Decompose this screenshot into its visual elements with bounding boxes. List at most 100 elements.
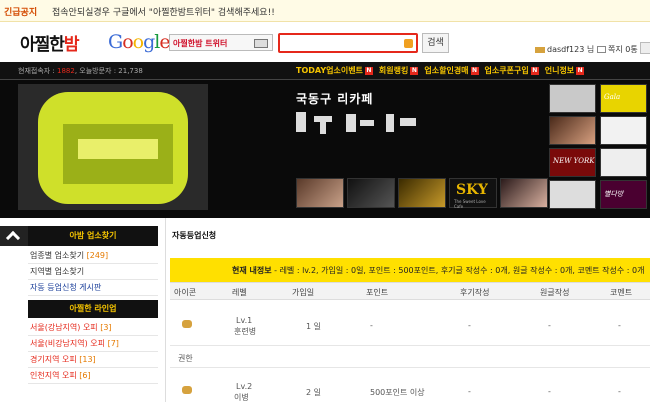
sidebar-item[interactable]: 업종별 업소찾기 [249]	[28, 248, 158, 264]
message-count: 쪽지 0통	[608, 45, 638, 54]
google-letter: g	[143, 31, 155, 53]
sidebar-item[interactable]: 경기지역 오피 [13]	[28, 352, 158, 368]
cell-review: -	[468, 387, 471, 396]
banner-area: 국동구 리카페 SKY The Sweet Love Cafe Gala NEW…	[0, 80, 650, 218]
new-badge: N	[410, 67, 419, 75]
sidebar-item[interactable]: 자동 등업신청 게시판	[28, 280, 158, 296]
user-level-icon	[535, 46, 545, 53]
sidebar-item-count: [13]	[79, 355, 96, 364]
summary-text: - 레벨 : lv.2, 가입일 : 0일, 포인트 : 500포인트, 후기글…	[271, 266, 645, 275]
cell-points: -	[370, 321, 373, 330]
side-label-newyork: NEW YORK	[553, 157, 595, 165]
search-input[interactable]	[278, 33, 418, 53]
section-row: 권한	[170, 346, 650, 368]
sky-subtitle: The Sweet Love Cafe	[454, 199, 486, 209]
scroll-top-button[interactable]	[0, 226, 28, 246]
banner-thumbnails: SKY The Sweet Love Cafe	[296, 178, 548, 209]
new-badge: N	[530, 67, 539, 75]
notice-label: 긴급공지	[4, 8, 38, 18]
menu-item-label: 업소쿠폰구입	[484, 66, 529, 75]
sidebar-item[interactable]: 서울(강남지역) 오피 [3]	[28, 320, 158, 336]
column-header: 포인트	[366, 288, 389, 297]
search-source-tag[interactable]: 아찔한밤 트위터	[169, 34, 273, 51]
main-banner-image[interactable]	[18, 84, 208, 210]
new-badge: N	[470, 67, 479, 75]
table-row: Lv.2 이병 2 일 500포인트 이상 - - -	[170, 368, 650, 402]
thumbnail-1[interactable]	[296, 178, 344, 208]
user-name: dasdf123 님	[547, 45, 595, 54]
chevron-up-icon	[5, 230, 21, 246]
side-thumb-4[interactable]	[600, 116, 647, 145]
menu-item[interactable]: 업소할인경매 N	[424, 66, 479, 75]
column-header: 가입일	[292, 288, 315, 297]
menu-item[interactable]: 언니정보 N	[544, 66, 585, 75]
side-thumb-8[interactable]: 별다방	[600, 180, 647, 209]
main-content: 자동등업신청 현재 내정보 - 레벨 : lv.2, 가입일 : 0일, 포인트…	[170, 218, 650, 402]
sidebar-item-count: [249]	[86, 251, 109, 260]
cell-level: Lv.2	[236, 382, 253, 391]
side-thumb-6[interactable]	[600, 148, 647, 177]
side-thumb-7[interactable]	[549, 180, 596, 209]
table-header: 아이콘 레벨 가입일 포인트 후기작성 원글작성 코멘트	[170, 282, 650, 300]
cell-comment: -	[618, 321, 621, 330]
notice-bar: 긴급공지 접속안되실경우 구글에서 "아찔한밤트위터" 검색해주세요!!	[0, 0, 650, 22]
sidebar-section-find: 아밤 업소찾기	[28, 226, 158, 246]
thumbnail-3[interactable]	[398, 178, 446, 208]
thumbnail-sky[interactable]: SKY The Sweet Love Cafe	[449, 178, 497, 209]
settings-icon[interactable]	[640, 42, 650, 54]
sidebar-item-label: 인천지역 오피	[30, 371, 80, 380]
level-icon	[182, 386, 192, 394]
menu-item[interactable]: 회원랭킹 N	[379, 66, 419, 75]
sidebar-item[interactable]: 지역별 업소찾기	[28, 264, 158, 280]
cell-level: Lv.1	[236, 316, 253, 325]
new-badge: N	[576, 67, 585, 75]
side-thumb-1[interactable]	[549, 84, 596, 113]
site-logo[interactable]: 아찔한밤	[20, 30, 80, 55]
column-header: 후기작성	[460, 288, 490, 297]
menu-item[interactable]: TODAY업소이벤트 N	[296, 66, 373, 75]
menu-item[interactable]: 업소쿠폰구입 N	[485, 66, 539, 75]
message-link[interactable]: 쪽지 0통	[597, 44, 638, 55]
thumbnail-2[interactable]	[347, 178, 395, 208]
menu-item-label: 언니정보	[544, 66, 575, 75]
visitor-count: , 오늘방문자 : 21,738	[74, 67, 143, 75]
side-thumb-5[interactable]: NEW YORK	[549, 148, 596, 177]
side-thumb-2[interactable]: Gala	[600, 84, 647, 113]
keyboard-icon[interactable]	[254, 39, 268, 48]
side-thumbnails: Gala NEW YORK 별다방	[549, 84, 649, 210]
sky-title: SKY	[456, 182, 488, 198]
column-header: 코멘트	[610, 288, 633, 297]
menu-item-label: 업소할인경매	[424, 66, 469, 75]
sidebar-item-label: 지역별 업소찾기	[30, 267, 85, 276]
google-logo[interactable]: Google	[108, 31, 171, 53]
column-header: 레벨	[232, 288, 247, 297]
user-info[interactable]: dasdf123 님	[535, 44, 594, 55]
sidebar-item-label: 업종별 업소찾기	[30, 251, 87, 260]
thumbnail-5[interactable]	[500, 178, 548, 208]
cell-points: 500포인트 이상	[370, 388, 425, 397]
top-navbar: 현재접속자 : 1882, 오늘방문자 : 21,738 TODAY업소이벤트 N…	[0, 62, 650, 80]
search-button[interactable]: 검색	[422, 33, 449, 53]
cell-post: -	[548, 387, 551, 396]
google-letter: o	[122, 31, 133, 53]
online-count: 1882	[57, 67, 75, 75]
sidebar: 아밤 업소찾기 업종별 업소찾기 [249] 지역별 업소찾기 자동 등업신청 게시…	[0, 218, 166, 402]
notice-text: 접속안되실경우 구글에서 "아찔한밤트위터" 검색해주세요!!	[52, 8, 275, 18]
sidebar-item-count: [3]	[100, 323, 112, 332]
side-label-gala: Gala	[604, 93, 621, 101]
cell-name: 이병	[234, 393, 249, 402]
column-header: 원글작성	[540, 288, 570, 297]
cafe-title[interactable]: 국동구 리카페	[296, 90, 373, 107]
side-thumb-3[interactable]	[549, 116, 596, 145]
visitor-stats: 현재접속자 : 1882, 오늘방문자 : 21,738	[18, 66, 143, 76]
side-label-star: 별다방	[604, 190, 624, 198]
sidebar-item[interactable]: 인천지역 오피 [6]	[28, 368, 158, 384]
cell-join: 2 일	[306, 388, 321, 397]
sidebar-item-count: [6]	[79, 371, 91, 380]
sidebar-item[interactable]: 서울(비강남지역) 오피 [7]	[28, 336, 158, 352]
cell-name: 훈련병	[234, 327, 257, 336]
cell-post: -	[548, 321, 551, 330]
sidebar-item-label: 자동 등업신청 게시판	[30, 283, 102, 292]
search-dropdown-icon[interactable]	[404, 39, 413, 48]
new-badge: N	[364, 67, 373, 75]
